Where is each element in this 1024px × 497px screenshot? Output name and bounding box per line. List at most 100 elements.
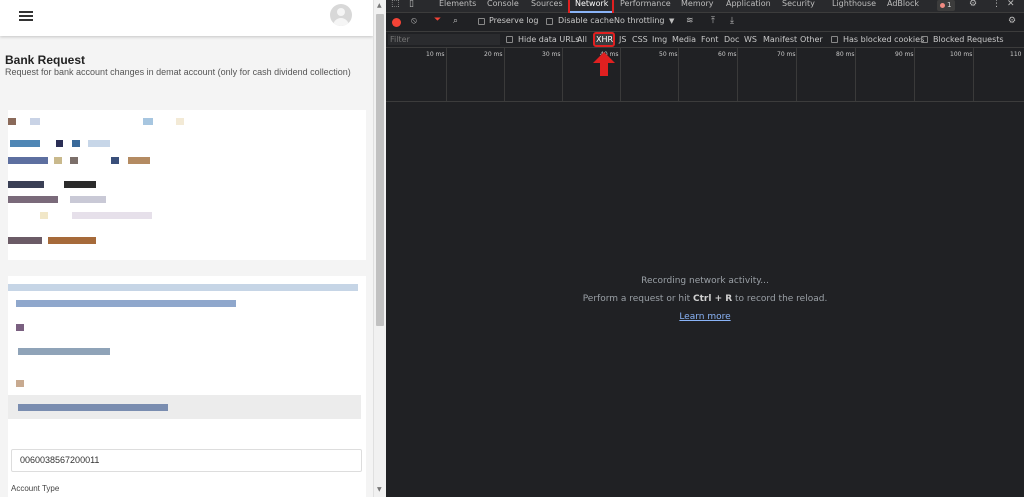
redacted-content [72,212,152,219]
filter-type-ws[interactable]: WS [744,35,757,44]
filter-type-js[interactable]: JS [619,35,626,44]
network-toolbar: ⦸ ⏷ ⌕ Preserve log Disable cache No thro… [386,13,1024,32]
error-count: 1 [947,1,952,9]
filter-icon[interactable]: ⏷ [434,15,441,25]
throttling-select[interactable]: No throttling [614,16,665,25]
reload-shortcut: Ctrl + R [693,294,733,304]
has-blocked-cookies-checkbox[interactable] [831,36,838,43]
tick-label: 20 ms [484,51,503,58]
redacted-content [10,140,40,147]
redacted-content [64,181,96,188]
record-icon[interactable] [392,18,401,27]
tick-label: 100 ms [950,51,973,58]
account-type-label: Account Type [11,484,60,493]
network-filter-bar: Hide data URLs All XHR JS CSS Img Media … [386,32,1024,48]
account-number-value: 0060038567200011 [20,455,100,465]
tab-performance[interactable]: Performance [620,0,671,8]
network-overview-timeline[interactable]: 10 ms 20 ms 30 ms 40 ms 50 ms 60 ms 70 m… [386,48,1024,102]
tab-sources[interactable]: Sources [531,0,563,8]
annotation-arrow-icon [593,52,615,76]
tick-line [973,48,974,101]
tick-label: 10 ms [426,51,445,58]
redacted-content [40,212,48,219]
redacted-content [16,300,236,307]
menu-icon[interactable] [19,11,33,21]
hide-data-urls-label: Hide data URLs [518,35,580,44]
tick-label: 70 ms [777,51,796,58]
devtools-tab-bar: ⬚ ▯ Elements Console Sources Network Per… [386,0,1024,13]
scroll-up-icon[interactable]: ▲ [377,2,382,9]
tick-line [855,48,856,101]
error-badge[interactable]: 1 [937,0,955,11]
tab-lighthouse[interactable]: Lighthouse [832,0,876,8]
account-number-field[interactable]: 0060038567200011 [11,449,362,472]
filter-type-img[interactable]: Img [652,35,667,44]
inspect-element-icon[interactable]: ⬚ [391,0,400,9]
empty-state: Recording network activity... Perform a … [386,276,1024,322]
more-options-icon[interactable]: ⋮ [992,0,1001,9]
page-subtitle: Request for bank account changes in dema… [5,67,351,77]
tick-label: 30 ms [542,51,561,58]
blocked-requests-checkbox[interactable] [921,36,928,43]
disable-cache-label: Disable cache [558,16,614,25]
tab-memory[interactable]: Memory [681,0,714,8]
tick-line [796,48,797,101]
tick-line [446,48,447,101]
device-toolbar-icon[interactable]: ▯ [409,0,414,9]
filter-input[interactable] [388,34,500,45]
tick-line [562,48,563,101]
tab-security[interactable]: Security [782,0,815,8]
redacted-content [8,181,44,188]
redacted-content [18,404,168,411]
tab-elements[interactable]: Elements [439,0,476,8]
redacted-content [70,157,78,164]
filter-type-font[interactable]: Font [701,35,718,44]
tab-network[interactable]: Network [575,0,608,8]
filter-type-doc[interactable]: Doc [724,35,739,44]
tick-line [504,48,505,101]
learn-more-link[interactable]: Learn more [679,312,730,322]
filter-type-other[interactable]: Other [800,35,823,44]
filter-type-all[interactable]: All [577,35,587,44]
clear-icon[interactable]: ⦸ [411,16,417,26]
network-conditions-icon[interactable]: ≋ [686,16,694,26]
filter-type-media[interactable]: Media [672,35,696,44]
tab-adblock[interactable]: AdBlock [887,0,919,8]
tab-console[interactable]: Console [487,0,519,8]
redacted-content [18,348,110,355]
filter-type-xhr[interactable]: XHR [596,35,613,44]
tick-label: 90 ms [895,51,914,58]
preserve-log-checkbox[interactable] [478,18,485,25]
redacted-row [8,395,361,419]
has-blocked-cookies-label: Has blocked cookies [843,35,925,44]
redacted-content [72,140,80,147]
filter-type-css[interactable]: CSS [632,35,648,44]
disable-cache-checkbox[interactable] [546,18,553,25]
tick-label: 80 ms [836,51,855,58]
app-bar [0,0,373,36]
network-settings-icon[interactable]: ⚙ [1008,16,1016,26]
perform-prefix: Perform a request or hit [582,294,693,304]
redacted-content [70,196,106,203]
redacted-content [8,157,48,164]
tab-application[interactable]: Application [726,0,771,8]
import-har-icon[interactable]: ⤒ [711,16,715,26]
redacted-content [56,140,63,147]
preserve-log-label: Preserve log [489,16,539,25]
page-scrollbar[interactable]: ▲ ▼ [373,0,386,497]
bank-details-card [8,110,366,260]
redacted-content [8,284,358,291]
scroll-down-icon[interactable]: ▼ [377,486,382,493]
settings-icon[interactable]: ⚙ [969,0,977,9]
hide-data-urls-checkbox[interactable] [506,36,513,43]
redacted-content [16,380,24,387]
tick-label: 60 ms [718,51,737,58]
avatar[interactable] [330,4,352,26]
scrollbar-thumb[interactable] [376,14,384,326]
filter-type-manifest[interactable]: Manifest [763,35,797,44]
export-har-icon[interactable]: ⤓ [730,16,734,26]
redacted-content [176,118,184,125]
chevron-down-icon[interactable]: ▼ [669,17,674,25]
close-icon[interactable]: ✕ [1007,0,1015,9]
search-icon[interactable]: ⌕ [453,16,458,26]
